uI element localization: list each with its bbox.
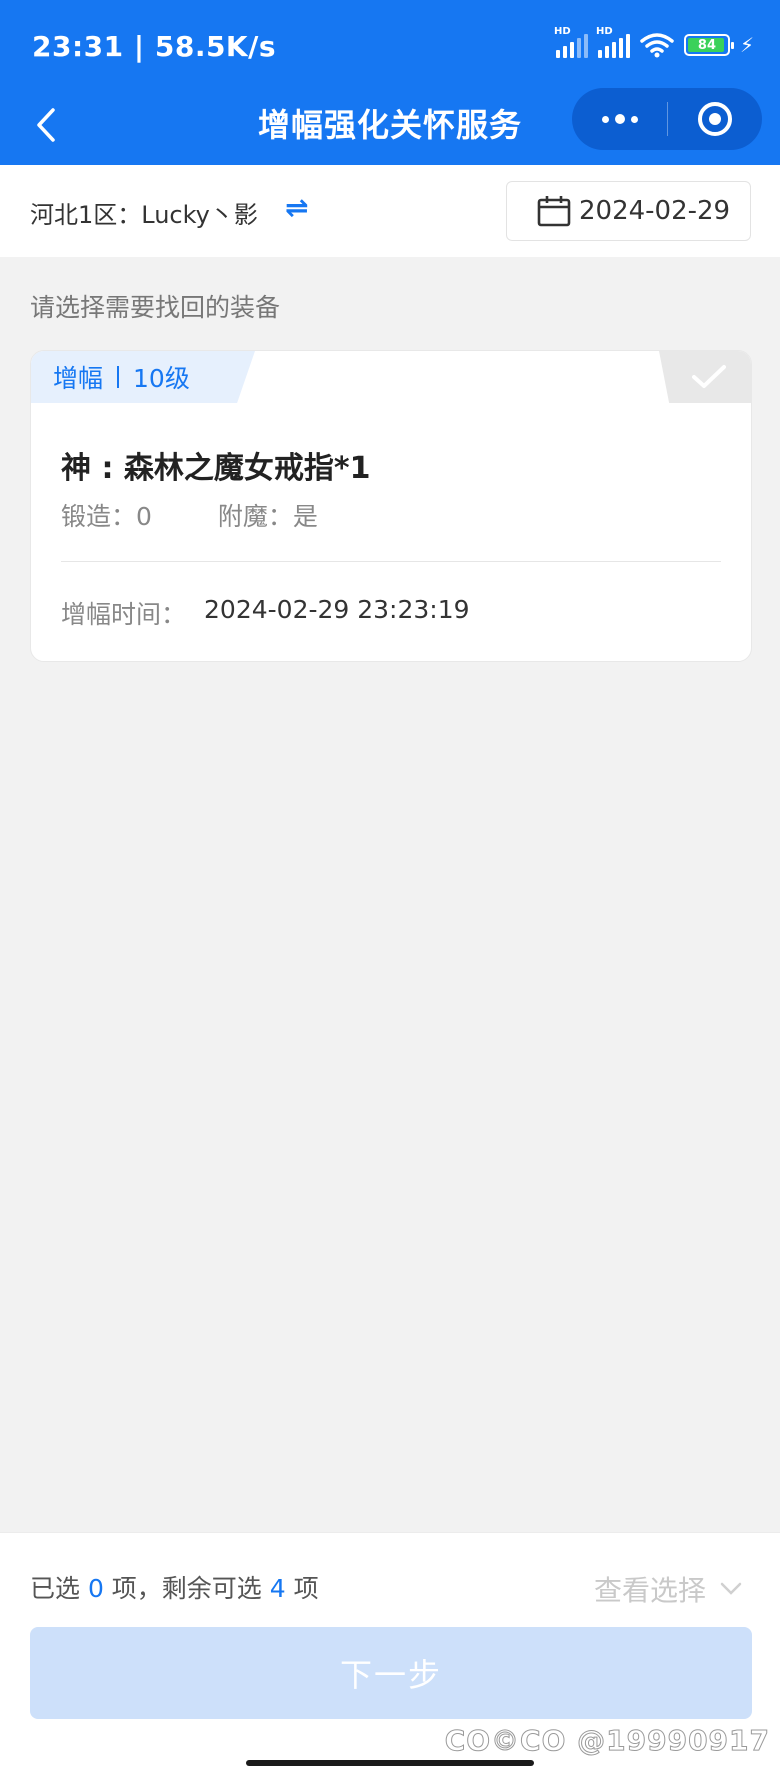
- select-checkbox[interactable]: [659, 351, 751, 403]
- more-button[interactable]: [572, 88, 667, 150]
- status-bar: 23:31 | 58.5K/s HD HD 84 ⚡: [0, 0, 780, 90]
- target-circle-icon: [698, 102, 732, 136]
- amplify-time-label: 增幅时间：: [61, 600, 187, 629]
- nav-bar: 增幅强化关怀服务: [0, 88, 780, 165]
- status-icons: HD HD 84 ⚡: [554, 26, 754, 58]
- signal-icon: HD: [554, 26, 588, 58]
- summary-suffix: 项: [285, 1574, 319, 1603]
- card-divider: [61, 561, 721, 562]
- enchant-value: 附魔：是: [217, 502, 318, 531]
- more-dots-icon: [601, 115, 609, 123]
- remaining-count: 4: [269, 1574, 286, 1603]
- calendar-icon: [537, 196, 571, 227]
- card-tag: 增幅 10级: [31, 351, 255, 403]
- close-button[interactable]: [668, 88, 762, 150]
- account-bar: 河北1区：Lucky丶影 ⇌ 2024-02-29: [0, 165, 780, 257]
- equipment-card[interactable]: 增幅 10级 神 : 森林之魔女戒指*1 锻造：0 附魔：是 增幅时间： 202…: [30, 350, 752, 662]
- tag-divider: [117, 366, 120, 388]
- selection-summary: 已选 0 项，剩余可选 4 项: [30, 1569, 319, 1605]
- battery-icon: 84: [683, 34, 734, 56]
- tag-level: 10级: [133, 364, 190, 393]
- chevron-down-icon: [720, 1582, 742, 1595]
- summary-middle: 项，剩余可选: [103, 1574, 270, 1603]
- signal-icon-2: HD: [596, 26, 630, 58]
- selected-count: 0: [87, 1574, 104, 1603]
- top-header: 23:31 | 58.5K/s HD HD 84 ⚡ 增幅强化关怀服务: [0, 0, 780, 165]
- forge-value: 锻造：0: [61, 502, 152, 531]
- check-icon: [692, 365, 726, 388]
- amplify-time: 增幅时间： 2024-02-29 23:23:19: [61, 595, 470, 631]
- home-indicator[interactable]: [246, 1760, 534, 1766]
- next-step-button[interactable]: 下一步: [30, 1627, 752, 1719]
- tag-type: 增幅: [53, 364, 104, 393]
- summary-prefix: 已选: [30, 1574, 88, 1603]
- hd-label: HD: [553, 26, 571, 37]
- amplify-time-value: 2024-02-29 23:23:19: [204, 595, 470, 624]
- wifi-icon: [640, 33, 674, 58]
- watermark: CO©CO @19990917: [444, 1724, 770, 1758]
- status-time: 23:31 | 58.5K/s: [32, 30, 277, 63]
- select-hint: 请选择需要找回的装备: [30, 293, 281, 322]
- equipment-props: 锻造：0 附魔：是: [61, 497, 318, 533]
- battery-level: 84: [697, 37, 716, 53]
- account-label: 河北1区：Lucky丶影: [30, 201, 258, 229]
- switch-account-icon[interactable]: ⇌: [285, 191, 308, 224]
- view-selection-button[interactable]: 查看选择: [594, 1569, 742, 1609]
- hd-label-2: HD: [595, 26, 613, 37]
- date-picker[interactable]: 2024-02-29: [506, 181, 751, 241]
- mini-program-capsule: [572, 88, 762, 150]
- charging-icon: ⚡: [739, 33, 754, 57]
- date-text: 2024-02-29: [579, 196, 731, 226]
- view-selection-label: 查看选择: [593, 1574, 706, 1607]
- equipment-name: 神 : 森林之魔女戒指*1: [61, 451, 371, 486]
